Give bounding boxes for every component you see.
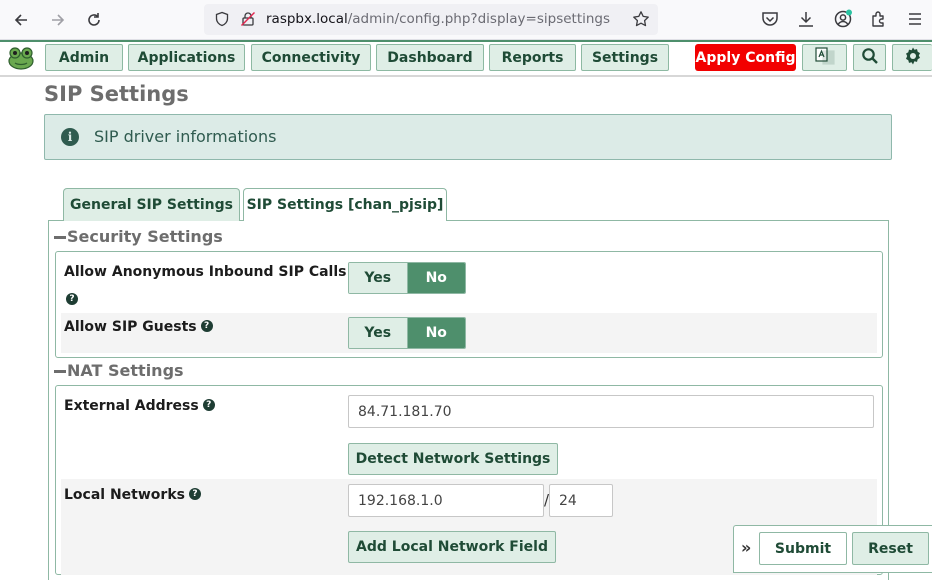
url-bar[interactable]: raspbx.local/admin/config.php?display=si…	[204, 4, 658, 35]
insecure-lock-icon[interactable]	[240, 11, 256, 27]
reload-icon[interactable]	[82, 8, 106, 32]
tab-general-sip-settings[interactable]: General SIP Settings	[63, 188, 240, 221]
nav-settings[interactable]: Settings	[581, 44, 669, 71]
url-text: raspbx.local/admin/config.php?display=si…	[266, 11, 610, 27]
nav-connectivity[interactable]: Connectivity	[251, 44, 371, 71]
info-icon: i	[61, 128, 79, 146]
external-address-label: External Address?	[64, 398, 215, 414]
search-button[interactable]	[853, 44, 886, 71]
browser-toolbar: raspbx.local/admin/config.php?display=si…	[0, 0, 932, 40]
apply-config-button[interactable]: Apply Config	[695, 44, 796, 71]
gear-icon	[903, 46, 923, 70]
anon-inbound-yes[interactable]: Yes	[349, 263, 408, 293]
sip-guests-toggle: Yes No	[348, 317, 466, 349]
local-network-mask-input[interactable]: 24	[549, 484, 613, 517]
extensions-icon[interactable]	[869, 9, 889, 29]
action-bar: » Submit Reset	[733, 525, 932, 573]
sip-guests-label-text: Allow SIP Guests	[64, 319, 197, 335]
downloads-icon[interactable]	[796, 9, 816, 29]
frog-logo-icon[interactable]	[6, 45, 36, 71]
local-network-ip-input[interactable]: 192.168.1.0	[348, 484, 544, 517]
bookmark-star-icon[interactable]	[632, 10, 650, 28]
tab-sip-settings-chan-pjsip[interactable]: SIP Settings [chan_pjsip]	[243, 188, 447, 221]
add-local-network-button[interactable]: Add Local Network Field	[348, 531, 556, 563]
local-networks-label: Local Networks?	[64, 487, 201, 503]
help-icon[interactable]: ?	[200, 320, 213, 332]
settings-button[interactable]	[892, 44, 932, 71]
collapse-icon	[54, 236, 66, 239]
detect-network-settings-button[interactable]: Detect Network Settings	[348, 443, 558, 475]
help-icon[interactable]: ?	[188, 488, 201, 500]
nat-legend-text: NAT Settings	[67, 361, 184, 380]
sip-guests-label: Allow SIP Guests?	[64, 319, 213, 335]
help-icon[interactable]: ?	[66, 293, 78, 305]
anon-inbound-no[interactable]: No	[407, 263, 465, 293]
submit-button[interactable]: Submit	[759, 532, 847, 565]
nat-legend[interactable]: NAT Settings	[54, 361, 186, 380]
sip-guests-no[interactable]: No	[407, 318, 465, 348]
url-path: /admin/config.php?display=sipsettings	[347, 11, 611, 27]
security-legend-text: Security Settings	[67, 227, 223, 246]
external-address-label-text: External Address	[64, 398, 199, 414]
nav-applications[interactable]: Applications	[128, 44, 245, 71]
nav-admin[interactable]: Admin	[45, 44, 123, 71]
navbar-top-border	[0, 40, 932, 42]
local-networks-label-text: Local Networks	[64, 487, 185, 503]
help-icon[interactable]: ?	[202, 399, 215, 411]
collapse-chevron-icon[interactable]: »	[741, 538, 751, 557]
account-icon[interactable]	[833, 9, 853, 29]
security-legend[interactable]: Security Settings	[54, 227, 225, 246]
pocket-icon[interactable]	[760, 9, 780, 29]
page-title: SIP Settings	[44, 82, 189, 106]
language-button[interactable]	[802, 44, 847, 71]
url-host: raspbx.local	[266, 11, 348, 27]
sip-guests-yes[interactable]: Yes	[349, 318, 408, 348]
translate-icon	[814, 46, 836, 70]
forward-icon[interactable]	[46, 8, 70, 32]
info-alert[interactable]: i SIP driver informations	[44, 114, 892, 160]
shield-icon[interactable]	[214, 11, 230, 27]
back-icon[interactable]	[9, 8, 33, 32]
collapse-icon	[54, 370, 66, 373]
anon-inbound-toggle: Yes No	[348, 262, 466, 294]
alert-text: SIP driver informations	[94, 127, 277, 146]
menu-icon[interactable]	[905, 9, 925, 29]
nav-reports[interactable]: Reports	[489, 44, 576, 71]
external-address-input[interactable]: 84.71.181.70	[348, 395, 874, 428]
reset-button[interactable]: Reset	[852, 532, 929, 565]
search-icon	[861, 47, 879, 69]
nav-dashboard[interactable]: Dashboard	[376, 44, 484, 71]
anon-inbound-label: Allow Anonymous Inbound SIP Calls	[64, 264, 347, 280]
